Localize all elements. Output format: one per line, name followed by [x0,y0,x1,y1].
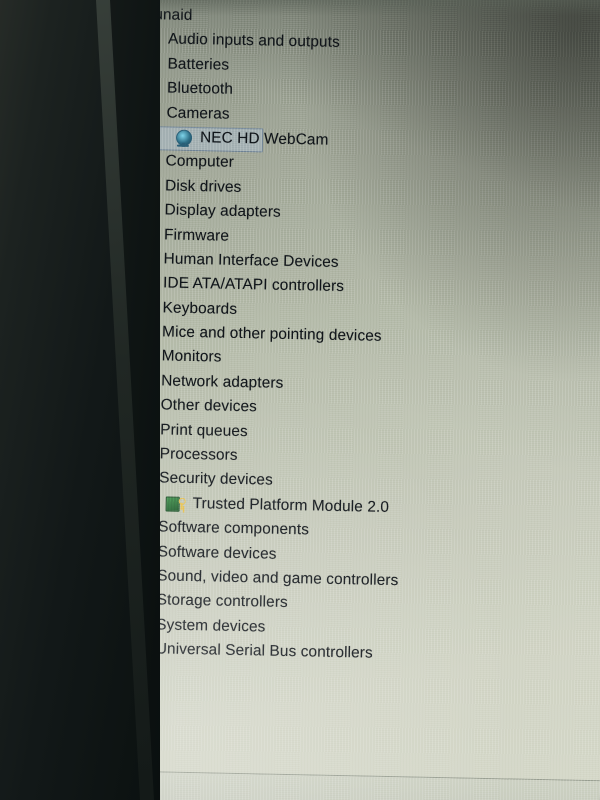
tree-item-label: Cameras [166,104,230,123]
tree-item-label: Computer [165,152,235,172]
tree-item-label: Processors [159,445,238,464]
tree-item-label: Print queues [160,421,248,440]
tree-item-label: IDE ATA/ATAPI controllers [162,274,345,296]
tree-item-label: Keyboards [162,299,238,318]
tree-item-label: Disk drives [164,177,242,196]
tree-item-label: Universal Serial Bus controllers [155,640,373,662]
tree-item-label: Monitors [161,347,222,367]
camera-icon [173,129,194,148]
screenshot-photo: ⌄Junaid›Audio inputs and outputs›Batteri… [0,0,600,800]
security-key-icon [165,495,187,512]
tree-item-label: Firmware [163,225,230,245]
tree-item-label: Storage controllers [156,591,288,612]
tree-item-label: Other devices [160,396,258,416]
tree-item-label: Bluetooth [166,79,234,98]
tree-item-label: Display adapters [164,201,281,221]
tree-item-label: Network adapters [161,372,284,392]
tree-item-label: Batteries [167,55,230,74]
tree-item-label: System devices [156,616,266,636]
tree-item-label: Software devices [157,542,277,563]
tree-item-label: Software components [158,518,310,539]
tree-item-label: Security devices [159,469,274,490]
laptop-bezel [0,0,160,800]
tree-item-label: NEC HD WebCam [199,129,329,149]
device-manager-tree[interactable]: ⌄Junaid›Audio inputs and outputs›Batteri… [91,2,600,670]
tree-item-label: Audio inputs and outputs [167,30,340,52]
tree-item-label: Human Interface Devices [163,250,339,271]
